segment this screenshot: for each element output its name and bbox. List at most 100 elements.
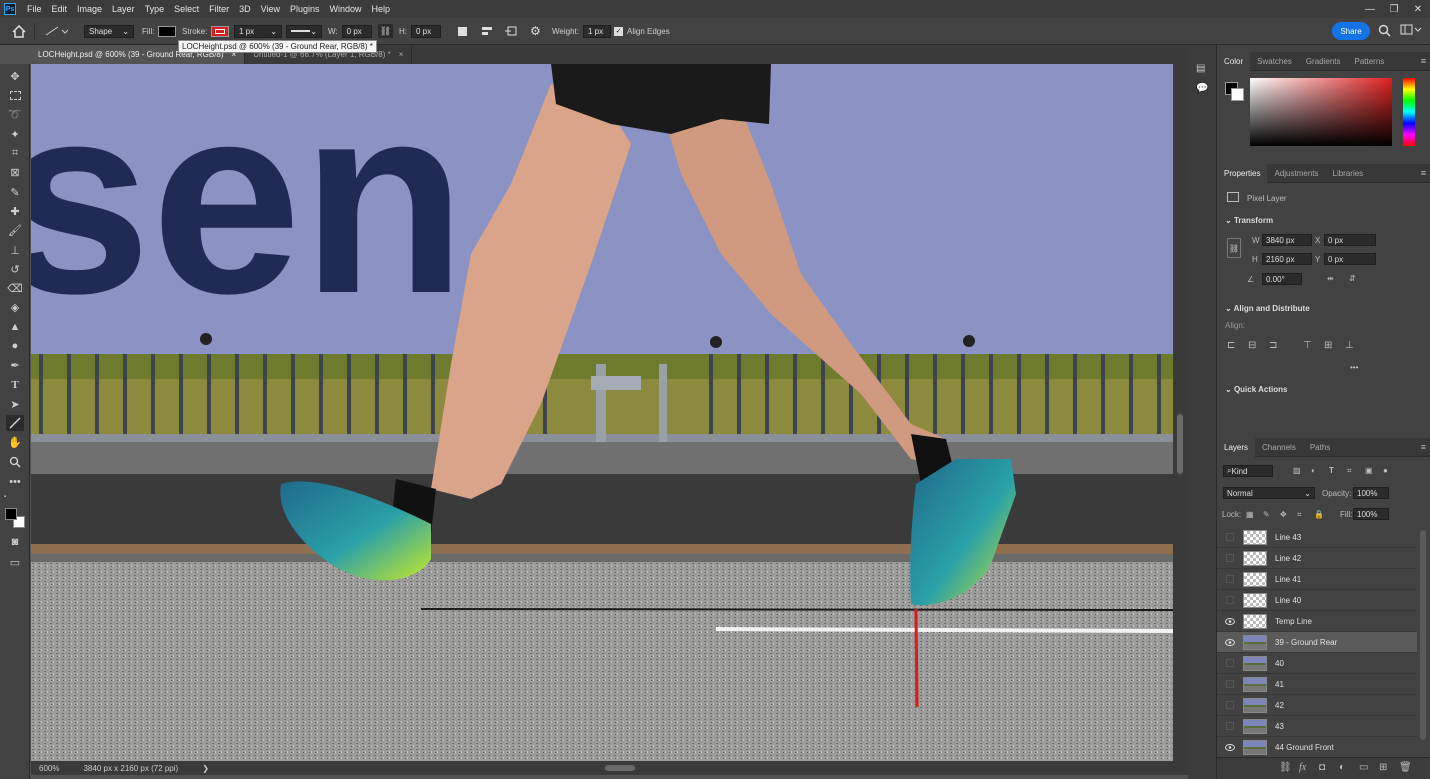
blend-mode-select[interactable]: Normal ⌄ bbox=[1223, 487, 1315, 499]
align-top-icon[interactable]: ⊤ bbox=[1303, 340, 1312, 351]
transform-height-field[interactable]: 2160 px bbox=[1262, 253, 1312, 265]
path-selection-tool-icon[interactable]: ➤ bbox=[6, 396, 24, 412]
line-tool-icon[interactable] bbox=[6, 415, 24, 431]
lasso-tool-icon[interactable]: ➰ bbox=[6, 106, 24, 122]
close-window-button[interactable]: ✕ bbox=[1406, 0, 1430, 18]
menu-file[interactable]: File bbox=[22, 0, 47, 18]
filter-smart-object-icon[interactable]: ▣ bbox=[1365, 466, 1373, 475]
adjustment-layer-icon[interactable]: ◐ bbox=[1339, 762, 1345, 773]
history-icon[interactable]: ▤ bbox=[1196, 63, 1205, 74]
screen-mode-icon[interactable]: ▭ bbox=[6, 554, 24, 570]
menu-help[interactable]: Help bbox=[367, 0, 396, 18]
status-menu-arrow[interactable]: ❯ bbox=[202, 764, 209, 773]
type-tool-icon[interactable]: T bbox=[6, 377, 24, 393]
layers-scrollbar[interactable] bbox=[1420, 530, 1426, 740]
marquee-tool-icon[interactable] bbox=[6, 87, 24, 103]
more-options-icon[interactable]: ••• bbox=[1350, 363, 1358, 372]
share-button[interactable]: Share bbox=[1332, 22, 1370, 40]
restore-button[interactable]: ❐ bbox=[1382, 0, 1406, 18]
menu-layer[interactable]: Layer bbox=[107, 0, 140, 18]
menu-plugins[interactable]: Plugins bbox=[285, 0, 325, 18]
panel-menu-icon[interactable]: ≡ bbox=[1421, 442, 1426, 452]
tab-adjustments[interactable]: Adjustments bbox=[1267, 164, 1325, 183]
layer-row[interactable]: 42 bbox=[1217, 695, 1417, 716]
menu-edit[interactable]: Edit bbox=[47, 0, 73, 18]
stroke-type-select[interactable]: ⌄ bbox=[286, 24, 322, 38]
trash-icon[interactable]: 🗑 bbox=[1399, 762, 1412, 773]
new-group-icon[interactable]: ▭ bbox=[1359, 762, 1368, 773]
visibility-toggle[interactable] bbox=[1225, 595, 1235, 605]
visibility-toggle[interactable] bbox=[1225, 574, 1235, 584]
menu-filter[interactable]: Filter bbox=[204, 0, 234, 18]
width-field[interactable]: 0 px bbox=[341, 24, 372, 38]
home-icon[interactable] bbox=[12, 24, 26, 38]
document-canvas[interactable]: sen bbox=[31, 64, 1173, 761]
default-colors-icon[interactable]: ▪ bbox=[4, 494, 12, 502]
tool-mode-select[interactable]: Shape ⌄ bbox=[84, 24, 134, 38]
tab-properties[interactable]: Properties bbox=[1217, 163, 1268, 183]
visibility-toggle[interactable] bbox=[1225, 658, 1235, 668]
align-right-icon[interactable]: ⊐ bbox=[1269, 340, 1277, 351]
new-layer-icon[interactable]: ⊞ bbox=[1379, 762, 1387, 773]
align-edges-checkbox[interactable]: ✓ bbox=[614, 26, 623, 36]
link-icon[interactable]: ⛓ bbox=[378, 24, 393, 38]
menu-image[interactable]: Image bbox=[72, 0, 107, 18]
dodge-tool-icon[interactable]: ● bbox=[6, 338, 24, 354]
hand-tool-icon[interactable]: ✋ bbox=[6, 434, 24, 450]
close-tab-icon[interactable]: × bbox=[399, 50, 404, 59]
color-field[interactable] bbox=[1250, 78, 1392, 146]
align-bottom-icon[interactable]: ⊥ bbox=[1345, 340, 1354, 351]
filter-shape-icon[interactable]: ⌗ bbox=[1347, 466, 1352, 476]
flip-horizontal-icon[interactable]: ⇹ bbox=[1327, 274, 1334, 283]
background-color-swatch[interactable] bbox=[1231, 88, 1244, 101]
menu-view[interactable]: View bbox=[256, 0, 285, 18]
tab-swatches[interactable]: Swatches bbox=[1250, 52, 1299, 71]
layer-row[interactable]: Temp Line bbox=[1217, 611, 1417, 632]
layer-row[interactable]: 43 bbox=[1217, 716, 1417, 737]
search-icon[interactable] bbox=[1378, 23, 1391, 37]
transform-y-field[interactable]: 0 px bbox=[1324, 253, 1376, 265]
align-left-icon[interactable]: ⊏ bbox=[1227, 340, 1235, 351]
transform-x-field[interactable]: 0 px bbox=[1324, 234, 1376, 246]
comments-icon[interactable]: 💬 bbox=[1196, 83, 1208, 94]
lock-position-icon[interactable]: ✥ bbox=[1280, 510, 1287, 519]
fx-icon[interactable]: fx bbox=[1299, 762, 1306, 773]
path-operations-icon[interactable] bbox=[458, 24, 467, 38]
visibility-toggle[interactable] bbox=[1225, 553, 1235, 563]
layer-row[interactable]: Line 40 bbox=[1217, 590, 1417, 611]
link-icon[interactable]: ⛓ bbox=[1227, 238, 1241, 258]
filter-adjustment-icon[interactable]: ◐ bbox=[1311, 466, 1316, 475]
link-layers-icon[interactable]: ⛓ bbox=[1279, 762, 1292, 773]
flip-vertical-icon[interactable]: ⇵ bbox=[1349, 274, 1356, 283]
eye-icon[interactable] bbox=[1225, 616, 1235, 626]
workspace-icon[interactable] bbox=[1400, 23, 1422, 37]
layer-row[interactable]: 44 Ground Front bbox=[1217, 737, 1417, 758]
visibility-toggle[interactable] bbox=[1225, 532, 1235, 542]
healing-brush-tool-icon[interactable]: ✚ bbox=[6, 203, 24, 219]
align-center-h-icon[interactable]: ⊟ bbox=[1248, 340, 1256, 351]
tab-color[interactable]: Color bbox=[1217, 51, 1251, 71]
layer-row[interactable]: 41 bbox=[1217, 674, 1417, 695]
lock-image-icon[interactable]: ✎ bbox=[1263, 510, 1270, 519]
history-brush-tool-icon[interactable]: ↺ bbox=[6, 261, 24, 277]
move-tool-icon[interactable]: ✥ bbox=[6, 68, 24, 84]
transform-width-field[interactable]: 3840 px bbox=[1262, 234, 1312, 246]
path-arrangement-icon[interactable] bbox=[504, 24, 518, 38]
gear-icon[interactable]: ⚙ bbox=[530, 24, 541, 38]
filter-toggle-icon[interactable]: ● bbox=[1383, 466, 1388, 475]
lock-artboard-icon[interactable]: ⌗ bbox=[1297, 510, 1302, 520]
layer-row[interactable]: Line 41 bbox=[1217, 569, 1417, 590]
clone-stamp-tool-icon[interactable]: ⊥ bbox=[6, 242, 24, 258]
blur-tool-icon[interactable]: ▲ bbox=[6, 319, 24, 335]
quick-actions-header[interactable]: ⌄ Quick Actions bbox=[1225, 385, 1287, 394]
more-tools-icon[interactable]: ••• bbox=[6, 474, 24, 490]
line-tool-preset-icon[interactable] bbox=[44, 24, 68, 38]
stroke-width-field[interactable]: 1 px ⌄ bbox=[234, 24, 282, 38]
scroll-thumb[interactable] bbox=[1177, 414, 1183, 474]
menu-window[interactable]: Window bbox=[325, 0, 367, 18]
pen-tool-icon[interactable]: ✒ bbox=[6, 357, 24, 373]
layer-row[interactable]: 39 - Ground Rear bbox=[1217, 632, 1417, 653]
frame-tool-icon[interactable]: ⊠ bbox=[6, 164, 24, 180]
horizontal-scroll-thumb[interactable] bbox=[605, 765, 635, 771]
menu-select[interactable]: Select bbox=[169, 0, 204, 18]
